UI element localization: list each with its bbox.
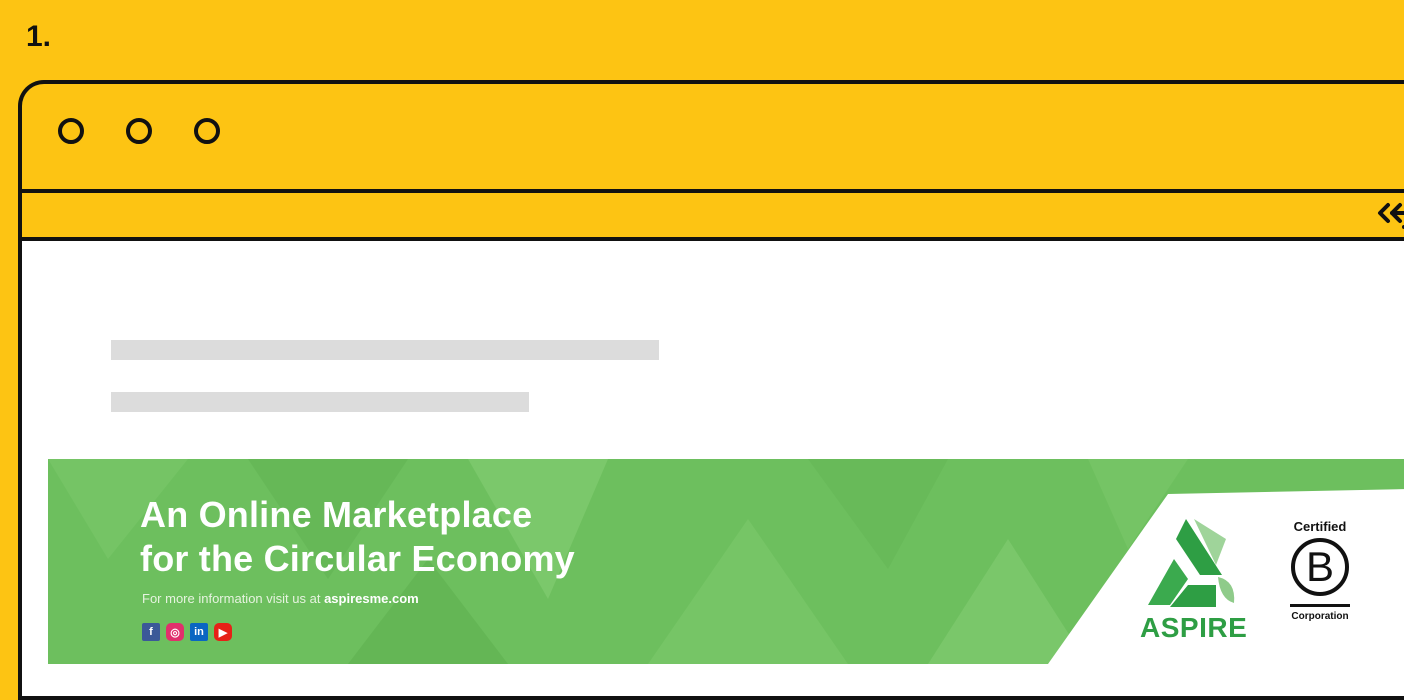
- website-link[interactable]: aspiresme.com: [324, 591, 419, 606]
- share-icon[interactable]: [1374, 195, 1404, 231]
- text-placeholder-line: [111, 392, 529, 412]
- social-icons: f ◎ in ▶: [142, 623, 232, 641]
- email-banner[interactable]: An Online Marketplace for the Circular E…: [48, 459, 1404, 664]
- banner-headline: An Online Marketplace for the Circular E…: [140, 493, 575, 581]
- step-number: 1.: [26, 20, 52, 53]
- instagram-icon[interactable]: ◎: [166, 623, 184, 641]
- banner-headline-line2: for the Circular Economy: [140, 538, 575, 579]
- b-corp-letter: B: [1305, 543, 1334, 590]
- facebook-icon[interactable]: f: [142, 623, 160, 641]
- aspire-logo-text: ASPIRE: [1140, 612, 1248, 643]
- youtube-icon[interactable]: ▶: [214, 623, 232, 641]
- b-corp-certified-label: Certified: [1293, 519, 1347, 534]
- address-bar: [22, 193, 1404, 241]
- b-corp-corporation-label: Corporation: [1291, 611, 1349, 622]
- window-control-maximize[interactable]: [194, 118, 220, 144]
- browser-window: An Online Marketplace for the Circular E…: [18, 80, 1404, 700]
- linkedin-icon[interactable]: in: [190, 623, 208, 641]
- window-titlebar: [22, 84, 1404, 193]
- b-corp-badge: Certified B Corporation: [1280, 519, 1360, 649]
- banner-info-prefix: For more information visit us at: [142, 591, 325, 606]
- b-corp-icon: B: [1291, 538, 1349, 596]
- window-control-close[interactable]: [58, 118, 84, 144]
- page-content: An Online Marketplace for the Circular E…: [22, 241, 1404, 696]
- text-placeholder-line: [111, 340, 659, 360]
- banner-headline-line1: An Online Marketplace: [140, 494, 533, 535]
- window-control-minimize[interactable]: [126, 118, 152, 144]
- b-corp-divider: [1290, 604, 1350, 607]
- banner-info-line: For more information visit us at aspires…: [142, 591, 419, 606]
